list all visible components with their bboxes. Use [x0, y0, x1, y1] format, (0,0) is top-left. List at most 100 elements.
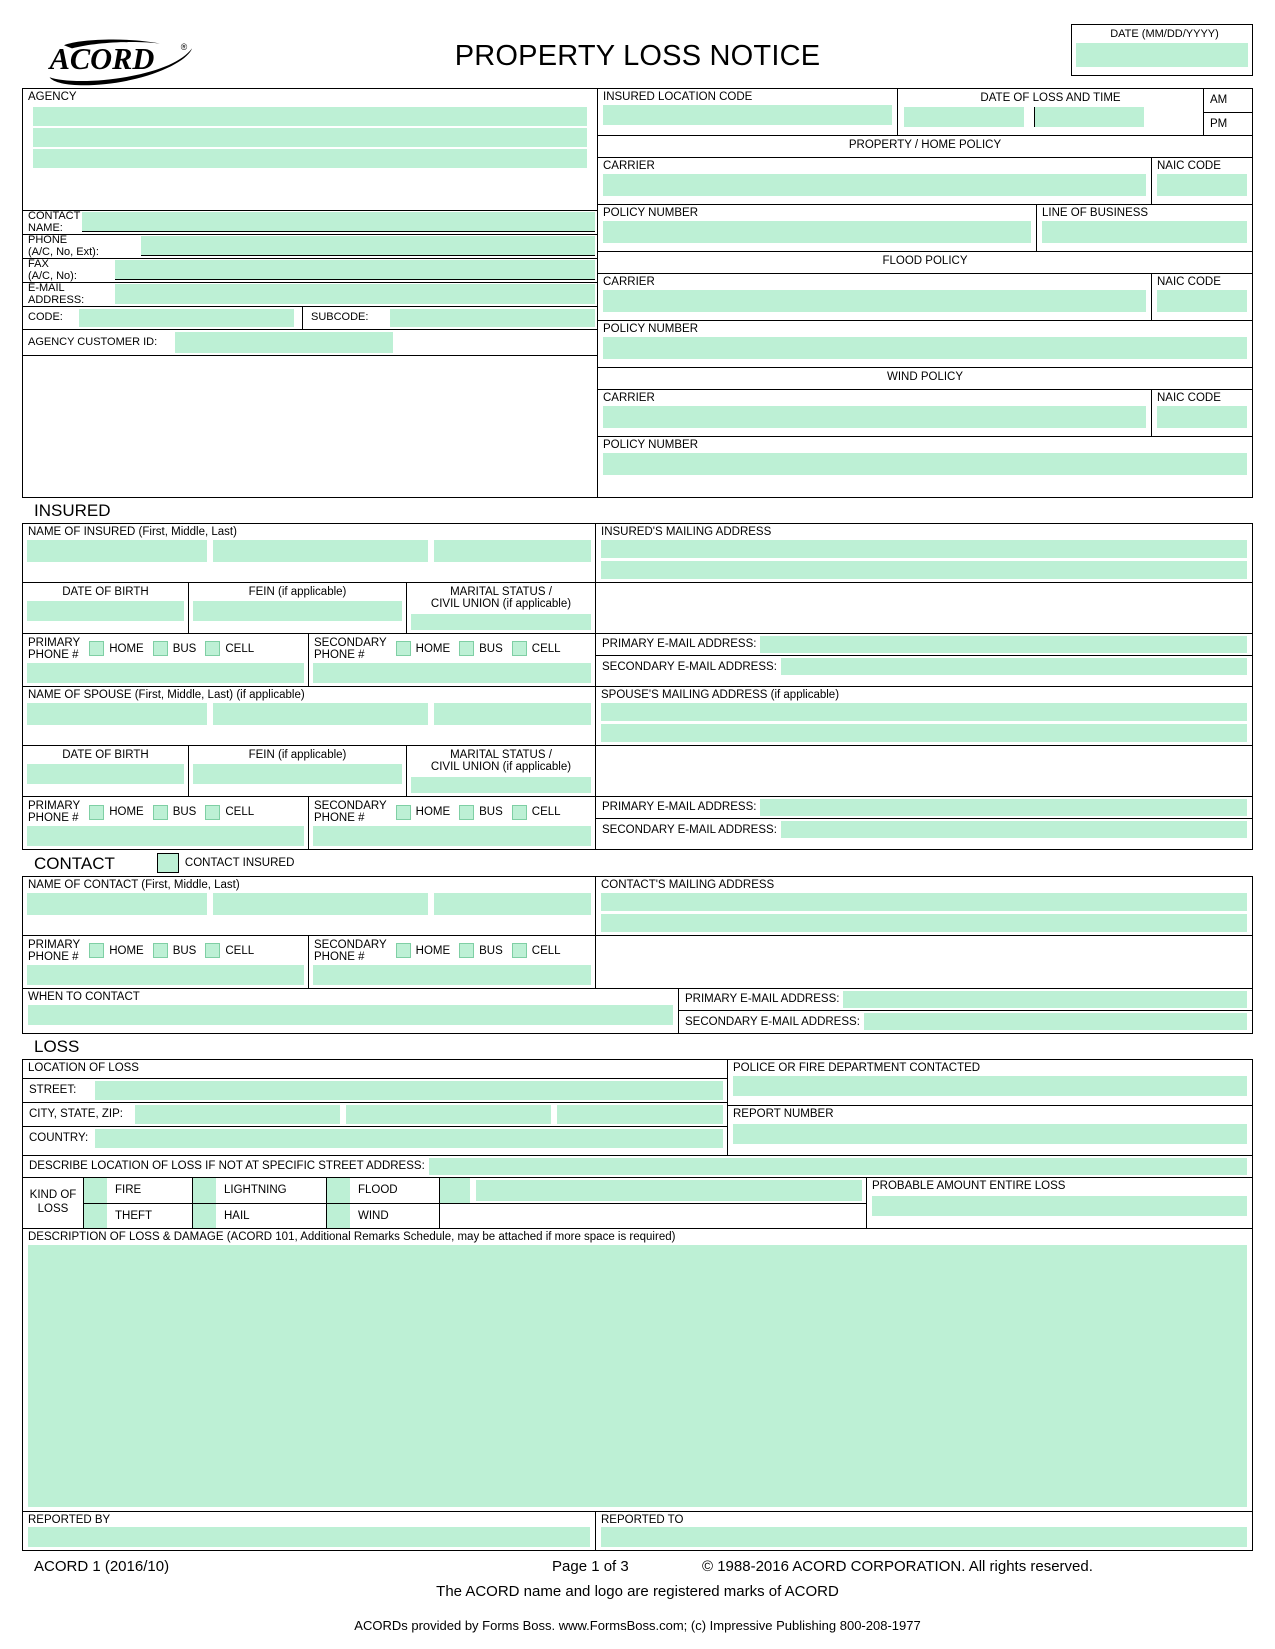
checkbox-icon[interactable] — [205, 641, 221, 657]
code-input[interactable] — [79, 309, 294, 327]
insured-mailing-line-1[interactable] — [601, 539, 1247, 558]
contact-secondary-bus-option[interactable]: BUS — [459, 943, 503, 959]
insured-primary-home-option[interactable]: HOME — [89, 641, 144, 657]
am-option[interactable]: AM — [1204, 89, 1252, 113]
kind-other-checkbox[interactable] — [440, 1177, 470, 1203]
contact-mailing-line-2[interactable] — [601, 913, 1247, 932]
report-number-input[interactable] — [733, 1123, 1247, 1144]
city-input[interactable] — [135, 1104, 340, 1124]
spouse-middle-name-input[interactable] — [213, 702, 428, 725]
line-of-business-input[interactable] — [1042, 220, 1247, 243]
contact-primary-home-option[interactable]: HOME — [89, 943, 144, 959]
contact-secondary-email-input[interactable] — [863, 1013, 1247, 1031]
kind-theft-checkbox[interactable] — [84, 1203, 107, 1228]
wind-carrier-input[interactable] — [603, 405, 1146, 428]
spouse-primary-bus-option[interactable]: BUS — [152, 804, 196, 820]
probable-amount-input[interactable] — [872, 1195, 1247, 1216]
checkbox-icon[interactable] — [395, 943, 411, 959]
spouse-primary-phone-input[interactable] — [27, 826, 304, 847]
zip-input[interactable] — [557, 1104, 723, 1124]
checkbox-icon[interactable] — [205, 943, 221, 959]
contact-last-name-input[interactable] — [434, 892, 591, 915]
checkbox-icon[interactable] — [459, 641, 475, 657]
when-to-contact-input[interactable] — [28, 1004, 673, 1025]
checkbox-icon[interactable] — [395, 641, 411, 657]
reported-by-input[interactable] — [28, 1527, 590, 1548]
checkbox-icon[interactable] — [89, 804, 105, 820]
insured-primary-email-input[interactable] — [760, 635, 1247, 653]
spouse-mailing-line-1[interactable] — [601, 702, 1247, 721]
agency-line-3[interactable] — [33, 148, 587, 168]
checkbox-icon[interactable] — [205, 804, 221, 820]
insured-first-name-input[interactable] — [27, 539, 207, 562]
checkbox-icon[interactable] — [152, 943, 168, 959]
insured-last-name-input[interactable] — [434, 539, 591, 562]
spouse-fein-input[interactable] — [193, 763, 402, 784]
spouse-last-name-input[interactable] — [434, 702, 591, 725]
contact-mailing-line-1[interactable] — [601, 892, 1247, 911]
spouse-secondary-home-option[interactable]: HOME — [395, 804, 450, 820]
spouse-secondary-email-input[interactable] — [780, 821, 1247, 839]
insured-dob-input[interactable] — [27, 600, 184, 621]
spouse-dob-input[interactable] — [27, 763, 184, 784]
flood-naic-input[interactable] — [1157, 289, 1247, 312]
agency-customer-id-input[interactable] — [175, 332, 393, 353]
insured-marital-input[interactable] — [411, 613, 591, 630]
kind-flood-checkbox[interactable] — [327, 1177, 350, 1203]
insured-primary-phone-input[interactable] — [27, 663, 304, 684]
country-input[interactable] — [95, 1128, 723, 1148]
street-input[interactable] — [95, 1080, 723, 1100]
insured-secondary-phone-input[interactable] — [313, 663, 591, 684]
subcode-input[interactable] — [390, 309, 595, 327]
flood-policy-number-input[interactable] — [603, 336, 1247, 359]
insured-secondary-email-input[interactable] — [780, 658, 1247, 676]
contact-primary-email-input[interactable] — [843, 990, 1247, 1008]
insured-primary-bus-option[interactable]: BUS — [152, 641, 196, 657]
spouse-marital-input[interactable] — [411, 776, 591, 793]
reported-to-input[interactable] — [601, 1527, 1247, 1548]
kind-wind-checkbox[interactable] — [327, 1203, 350, 1228]
insured-primary-cell-option[interactable]: CELL — [205, 641, 254, 657]
contact-secondary-cell-option[interactable]: CELL — [511, 943, 561, 959]
insured-secondary-home-option[interactable]: HOME — [395, 641, 450, 657]
contact-secondary-home-option[interactable]: HOME — [395, 943, 450, 959]
insured-location-code-input[interactable] — [603, 104, 892, 125]
contact-insured-checkbox[interactable] — [156, 853, 179, 874]
checkbox-icon[interactable] — [459, 804, 475, 820]
spouse-primary-cell-option[interactable]: CELL — [205, 804, 254, 820]
contact-middle-name-input[interactable] — [213, 892, 428, 915]
checkbox-icon[interactable] — [89, 943, 105, 959]
time-of-loss-input[interactable] — [1034, 107, 1144, 127]
property-policy-number-input[interactable] — [603, 220, 1031, 243]
spouse-secondary-bus-option[interactable]: BUS — [459, 804, 503, 820]
insured-mailing-line-2[interactable] — [601, 560, 1247, 579]
kind-lightning-checkbox[interactable] — [193, 1177, 216, 1203]
spouse-primary-home-option[interactable]: HOME — [89, 804, 144, 820]
spouse-first-name-input[interactable] — [27, 702, 207, 725]
property-naic-input[interactable] — [1157, 173, 1247, 196]
contact-secondary-phone-input[interactable] — [313, 964, 591, 985]
pm-option[interactable]: PM — [1204, 113, 1252, 136]
spouse-primary-email-input[interactable] — [760, 798, 1247, 816]
checkbox-icon[interactable] — [152, 804, 168, 820]
contact-primary-cell-option[interactable]: CELL — [205, 943, 254, 959]
kind-fire-checkbox[interactable] — [84, 1177, 107, 1203]
state-input[interactable] — [346, 1104, 551, 1124]
checkbox-icon[interactable] — [511, 804, 527, 820]
kind-other-input[interactable] — [476, 1179, 862, 1201]
contact-primary-bus-option[interactable]: BUS — [152, 943, 196, 959]
insured-secondary-bus-option[interactable]: BUS — [459, 641, 503, 657]
contact-first-name-input[interactable] — [27, 892, 207, 915]
agency-line-1[interactable] — [33, 106, 587, 126]
spouse-secondary-phone-input[interactable] — [313, 826, 591, 847]
describe-location-input[interactable] — [428, 1157, 1247, 1175]
description-of-loss-input[interactable] — [28, 1244, 1247, 1507]
spouse-secondary-cell-option[interactable]: CELL — [511, 804, 561, 820]
checkbox-icon[interactable] — [459, 943, 475, 959]
insured-middle-name-input[interactable] — [213, 539, 428, 562]
agency-line-2[interactable] — [33, 127, 587, 147]
wind-policy-number-input[interactable] — [603, 452, 1247, 475]
checkbox-icon[interactable] — [395, 804, 411, 820]
checkbox-icon[interactable] — [152, 641, 168, 657]
agency-fax-input[interactable] — [115, 260, 595, 280]
